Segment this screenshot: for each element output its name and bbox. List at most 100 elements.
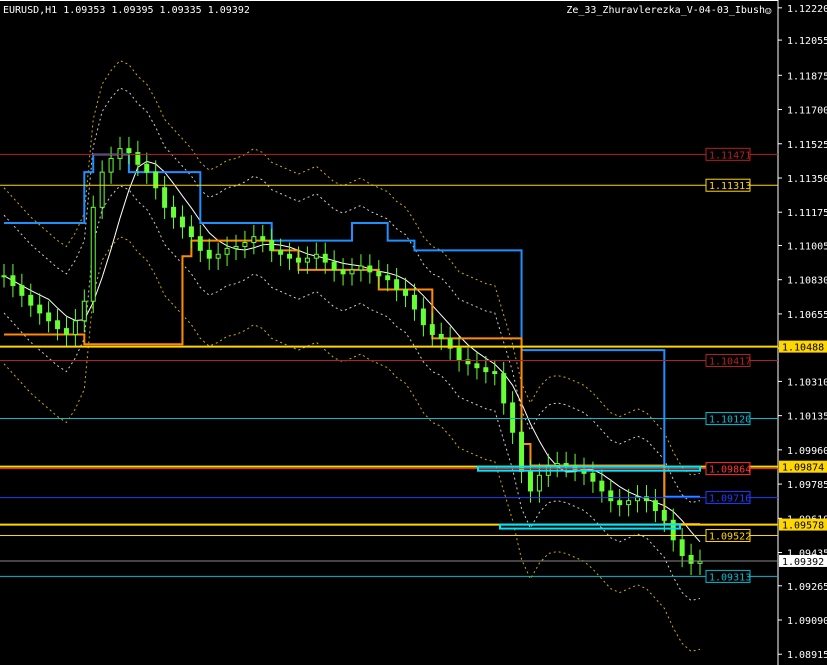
candle-body: [492, 371, 498, 375]
candle-body: [608, 490, 614, 502]
price-level-label: 1.09716: [709, 494, 751, 505]
candle-body: [224, 247, 230, 255]
candle-body: [420, 308, 426, 326]
candle-body: [456, 347, 462, 361]
candle-body: [679, 539, 685, 556]
candle-body: [304, 257, 310, 263]
candle-body: [28, 294, 34, 306]
candle-body: [108, 157, 114, 173]
moving-average-line: [3, 160, 701, 543]
chart-window[interactable]: 1.12220 1.12055 1.11875 1.11700 1.11525 1.113…: [0, 0, 827, 665]
price-tick-label: 1.11005: [787, 241, 827, 252]
candle-body: [251, 236, 257, 244]
candle-body: [126, 148, 132, 154]
candle-body: [670, 519, 676, 541]
candle-body: [99, 171, 105, 208]
zone-box: [499, 523, 681, 530]
price-levels: 1.11471 1.11313 1.10488 1.10417 1.10120 1.098…: [0, 147, 827, 583]
candle-body: [411, 294, 417, 310]
candle-body: [206, 249, 212, 259]
candle-body: [394, 279, 400, 290]
price-level-label: 1.09874: [782, 463, 824, 474]
price-tick-label: 1.09090: [787, 616, 827, 627]
price-tick-label: 1.11700: [787, 106, 827, 117]
candle-body: [438, 333, 444, 339]
candle-body: [349, 269, 355, 275]
candle-body: [313, 253, 319, 259]
candle-body: [295, 257, 301, 263]
candle-body: [46, 312, 52, 322]
candle-body: [340, 269, 346, 275]
candle-body: [688, 554, 694, 564]
candle-body: [233, 245, 239, 249]
price-tick-label: 1.09265: [787, 582, 827, 593]
candle-body: [652, 500, 658, 511]
candle-body: [278, 249, 284, 255]
candle-body: [429, 324, 435, 335]
candle-body: [331, 261, 337, 271]
candle-body: [403, 288, 409, 296]
candle-body: [37, 304, 43, 314]
price-tick-label: 1.12055: [787, 36, 827, 47]
candle-body: [474, 363, 480, 369]
price-tick-label: 1.12220: [787, 4, 827, 15]
candle-body: [144, 163, 150, 173]
price-tick-label: 1.11350: [787, 174, 827, 185]
candle-body: [242, 242, 248, 247]
price-tick-label: 1.10310: [787, 377, 827, 388]
price-level-label: 1.11313: [709, 181, 751, 192]
price-tick-label: 1.10830: [787, 276, 827, 287]
candle-body: [19, 285, 25, 296]
price-tick-label: 1.11875: [787, 71, 827, 82]
candle-body: [519, 431, 525, 472]
symbol-label: EURUSD,H1: [3, 5, 58, 16]
candle-body: [527, 470, 533, 492]
price-level-label: 1.09864: [709, 465, 751, 476]
candle-body: [260, 236, 266, 242]
candle-body: [162, 187, 168, 208]
candle-body: [188, 226, 194, 238]
candles: [1, 136, 703, 576]
candle-body: [563, 463, 569, 467]
price-tick-label: 1.09785: [787, 480, 827, 491]
current-price-label: 1.09392: [782, 557, 824, 568]
price-level-label: 1.10120: [709, 415, 751, 426]
candle-body: [483, 367, 489, 373]
candle-body: [510, 402, 516, 433]
price-tick-label: 1.10135: [787, 412, 827, 423]
candle-body: [358, 265, 364, 271]
candle-body: [197, 236, 203, 251]
candle-body: [617, 500, 623, 506]
candle-body: [501, 373, 507, 404]
smiley-icon: ☺: [765, 5, 772, 18]
candle-body: [90, 206, 96, 302]
candle-body: [81, 300, 87, 322]
candle-body: [72, 320, 78, 335]
price-tick-label: 1.11525: [787, 140, 827, 151]
candle-body: [269, 240, 275, 251]
candle-body: [536, 474, 542, 492]
candle-body: [697, 560, 703, 564]
candle-body: [599, 480, 605, 492]
price-tick-label: 1.08915: [787, 650, 827, 661]
indicator-step-line-0: [4, 153, 700, 498]
candle-body: [287, 253, 293, 259]
candle-body: [171, 206, 177, 218]
envelope-band: [3, 236, 701, 652]
candle-body: [367, 265, 373, 273]
price-tick-label: 1.11175: [787, 208, 827, 219]
price-tick-label: 1.10655: [787, 310, 827, 321]
candle-body: [179, 216, 185, 228]
price-chart[interactable]: 1.12220 1.12055 1.11875 1.11700 1.11525 1.113…: [0, 0, 827, 665]
candle-body: [215, 253, 221, 259]
price-level-label: 1.10488: [782, 343, 824, 354]
price-level-label: 1.11471: [709, 150, 751, 161]
candle-body: [1, 275, 7, 278]
candle-body: [322, 253, 328, 263]
candle-body: [10, 275, 16, 287]
price-level-label: 1.09578: [782, 521, 824, 532]
candle-body: [63, 328, 69, 335]
price-tick-label: 1.09960: [787, 446, 827, 457]
envelope-band: [3, 185, 701, 601]
candle-body: [117, 148, 123, 159]
